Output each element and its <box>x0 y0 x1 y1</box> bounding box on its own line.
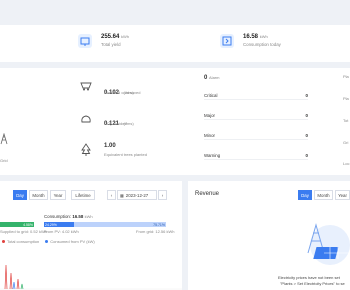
energy-panel: Day Month Year Lifetime ‹ ▦ 2023-12-27 ›… <box>0 181 182 290</box>
alarm-label: Warning <box>204 153 221 158</box>
coal-label: Standard coal saved <box>104 90 141 95</box>
consumption-spike <box>16 278 20 290</box>
grid-label: Grid <box>0 158 8 163</box>
alarm-count: 0 <box>305 113 308 118</box>
energy-chart <box>0 264 182 290</box>
co2-label: CO₂ avoided <box>104 121 127 126</box>
right-label: Tot <box>343 118 349 123</box>
trees-value: 1.00 <box>104 143 116 149</box>
revenue-tab-month[interactable]: Month <box>314 190 333 200</box>
consumption-today-label: Consumption today <box>243 42 281 47</box>
legend-swatch-pv <box>45 240 49 243</box>
calendar-icon: ▦ <box>120 192 124 198</box>
prev-date-button[interactable]: ‹ <box>107 190 116 200</box>
grid-tower-icon <box>0 132 8 145</box>
overview-panel: Grid 0.102 (t/ms) Standard coal saved 0.… <box>0 68 350 175</box>
consumption-pct-right: 75.71% <box>153 222 165 227</box>
alarm-total-label: Alarm <box>209 75 220 80</box>
consumption-unit: kWh <box>84 214 93 219</box>
right-label: Pla <box>343 74 349 79</box>
tab-lifetime[interactable]: Lifetime <box>71 190 95 200</box>
alarm-row-minor[interactable]: Minor 0 <box>204 132 308 140</box>
legend-swatch-total <box>2 240 5 243</box>
legend-total-consumption: Total consumption <box>7 239 40 244</box>
right-label: Pla <box>343 96 349 101</box>
total-yield-unit: kWh <box>121 34 130 39</box>
revenue-panel: Revenue Day Month Year Electricity price… <box>188 181 350 290</box>
top-kpi-strip: 255.64 kWh Total yield 16.58 kWh Consump… <box>0 25 350 62</box>
pv-spike <box>12 281 16 290</box>
consumption-pct-left: 24.29% <box>45 222 57 227</box>
price-notice-line1: Electricity prices have not been set <box>278 275 340 280</box>
consumption-bar: 24.29% 75.71% <box>44 222 166 227</box>
solar-panel-illustration <box>307 223 350 265</box>
yield-pct: 4.58% <box>23 222 33 227</box>
alarm-row-warning[interactable]: Warning 0 <box>204 152 308 160</box>
consumption-today-unit: kWh <box>259 34 268 39</box>
alarm-label: Major <box>204 113 215 118</box>
from-pv-value: 4.02 kWh <box>61 229 79 234</box>
total-yield-icon <box>78 34 92 48</box>
coal-cart-icon <box>80 78 92 91</box>
consumption-spike <box>4 264 8 290</box>
trees-label: Equivalent trees planted <box>104 152 147 157</box>
alarm-count: 0 <box>305 153 308 158</box>
next-date-button[interactable]: › <box>158 190 167 200</box>
yield-bar: 4.58% <box>0 222 34 227</box>
tree-icon <box>81 143 91 157</box>
right-label: Loc <box>343 161 350 166</box>
price-notice-line2: "Plants > Set Electricity Prices" to se <box>280 281 345 286</box>
consumption-spike <box>9 272 13 290</box>
co2-icon <box>80 111 92 123</box>
tab-month[interactable]: Month <box>29 190 48 200</box>
date-picker[interactable]: ▦ 2023-12-27 <box>117 190 157 200</box>
alarm-count: 0 <box>305 133 308 138</box>
revenue-title: Revenue <box>195 191 220 197</box>
total-yield-value: 255.64 <box>101 34 120 40</box>
alarm-total: 0 <box>204 75 208 81</box>
tab-year[interactable]: Year <box>50 190 66 200</box>
alarm-row-critical[interactable]: Critical 0 <box>204 92 308 100</box>
legend-consumed-pv: Consumed from PV (kW) <box>50 239 95 244</box>
revenue-tab-day[interactable]: Day <box>298 190 312 200</box>
tab-day[interactable]: Day <box>13 190 27 200</box>
total-yield-label: Total yield <box>101 42 121 47</box>
alarm-count: 0 <box>305 93 308 98</box>
from-grid-value: 12.56 kWh <box>155 229 175 234</box>
consumption-icon <box>220 34 234 48</box>
alarm-label: Critical <box>204 93 218 98</box>
right-label: Gri <box>343 140 349 145</box>
alarm-label: Minor <box>204 133 215 138</box>
consumption-value: 16.58 <box>72 214 84 219</box>
alarm-row-major[interactable]: Major 0 <box>204 112 308 120</box>
consumption-today-value: 16.58 <box>243 34 259 40</box>
supplied-grid-label: Supplied to grid: <box>0 229 29 234</box>
pv-spike <box>20 283 24 290</box>
from-grid-label: From grid: <box>136 229 155 234</box>
from-pv-label: From PV: <box>44 229 61 234</box>
consumption-label: Consumption: <box>44 214 72 219</box>
revenue-tab-year[interactable]: Year <box>335 190 350 200</box>
date-value: 2023-12-27 <box>125 192 149 198</box>
